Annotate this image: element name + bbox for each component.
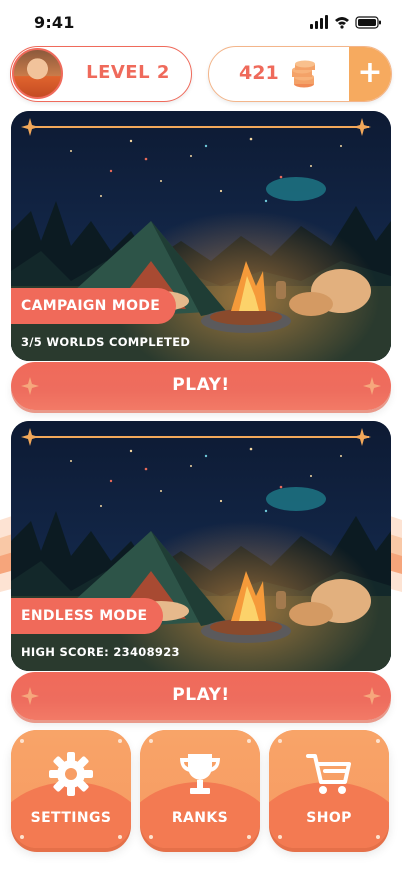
sparkle-icon: [21, 118, 39, 136]
sparkle-icon: [363, 687, 381, 705]
level-badge[interactable]: LEVEL 2: [10, 46, 192, 102]
coins-badge: 421 +: [208, 46, 392, 102]
rivet: [20, 835, 24, 839]
rivet: [278, 739, 282, 743]
card-ornament: [33, 126, 369, 128]
add-coins-button[interactable]: +: [349, 47, 391, 101]
avatar[interactable]: [12, 48, 63, 99]
battery-icon: [355, 16, 381, 29]
cart-icon: [306, 754, 351, 794]
rivet: [20, 739, 24, 743]
signal-icon: [310, 15, 328, 29]
campaign-progress-text: 3/5 WORLDS COMPLETED: [21, 335, 191, 349]
ranks-label: RANKS: [171, 810, 229, 826]
sparkle-icon: [21, 428, 39, 446]
rivet: [149, 835, 153, 839]
rivet: [247, 835, 251, 839]
gear-icon: [49, 752, 93, 796]
status-time: 9:41: [34, 13, 75, 32]
sparkle-icon: [363, 377, 381, 395]
status-icons: [310, 15, 381, 29]
rivet: [376, 739, 380, 743]
card-ornament: [33, 436, 369, 438]
wifi-icon: [335, 17, 349, 29]
shop-label: SHOP: [306, 810, 352, 826]
campaign-mode-card[interactable]: CAMPAIGN MODE 3/5 WORLDS COMPLETED: [11, 111, 391, 361]
rivet: [149, 739, 153, 743]
campaign-play-button[interactable]: PLAY!: [11, 362, 391, 410]
settings-label: SETTINGS: [30, 810, 112, 826]
coin-stack-icon: [292, 60, 315, 88]
rivet: [247, 739, 251, 743]
rivet: [278, 835, 282, 839]
settings-button[interactable]: SETTINGS: [11, 730, 131, 848]
rivet: [118, 739, 122, 743]
play-label: PLAY!: [172, 375, 230, 395]
status-bar: 9:41: [0, 0, 402, 44]
endless-play-button[interactable]: PLAY!: [11, 672, 391, 720]
ranks-button[interactable]: RANKS: [140, 730, 260, 848]
endless-mode-title: ENDLESS MODE: [11, 598, 164, 634]
campaign-mode-title: CAMPAIGN MODE: [11, 288, 177, 324]
endless-mode-card[interactable]: ENDLESS MODE HIGH SCORE: 23408923: [11, 421, 391, 671]
rivet: [376, 835, 380, 839]
sparkle-icon: [353, 428, 371, 446]
plus-icon: +: [357, 55, 383, 90]
level-label: LEVEL 2: [86, 62, 170, 83]
play-label: PLAY!: [172, 685, 230, 705]
coin-count: 421: [239, 62, 279, 84]
trophy-icon: [180, 754, 220, 794]
rivet: [118, 835, 122, 839]
shop-button[interactable]: SHOP: [269, 730, 389, 848]
high-score-text: HIGH SCORE: 23408923: [21, 645, 180, 659]
sparkle-icon: [353, 118, 371, 136]
